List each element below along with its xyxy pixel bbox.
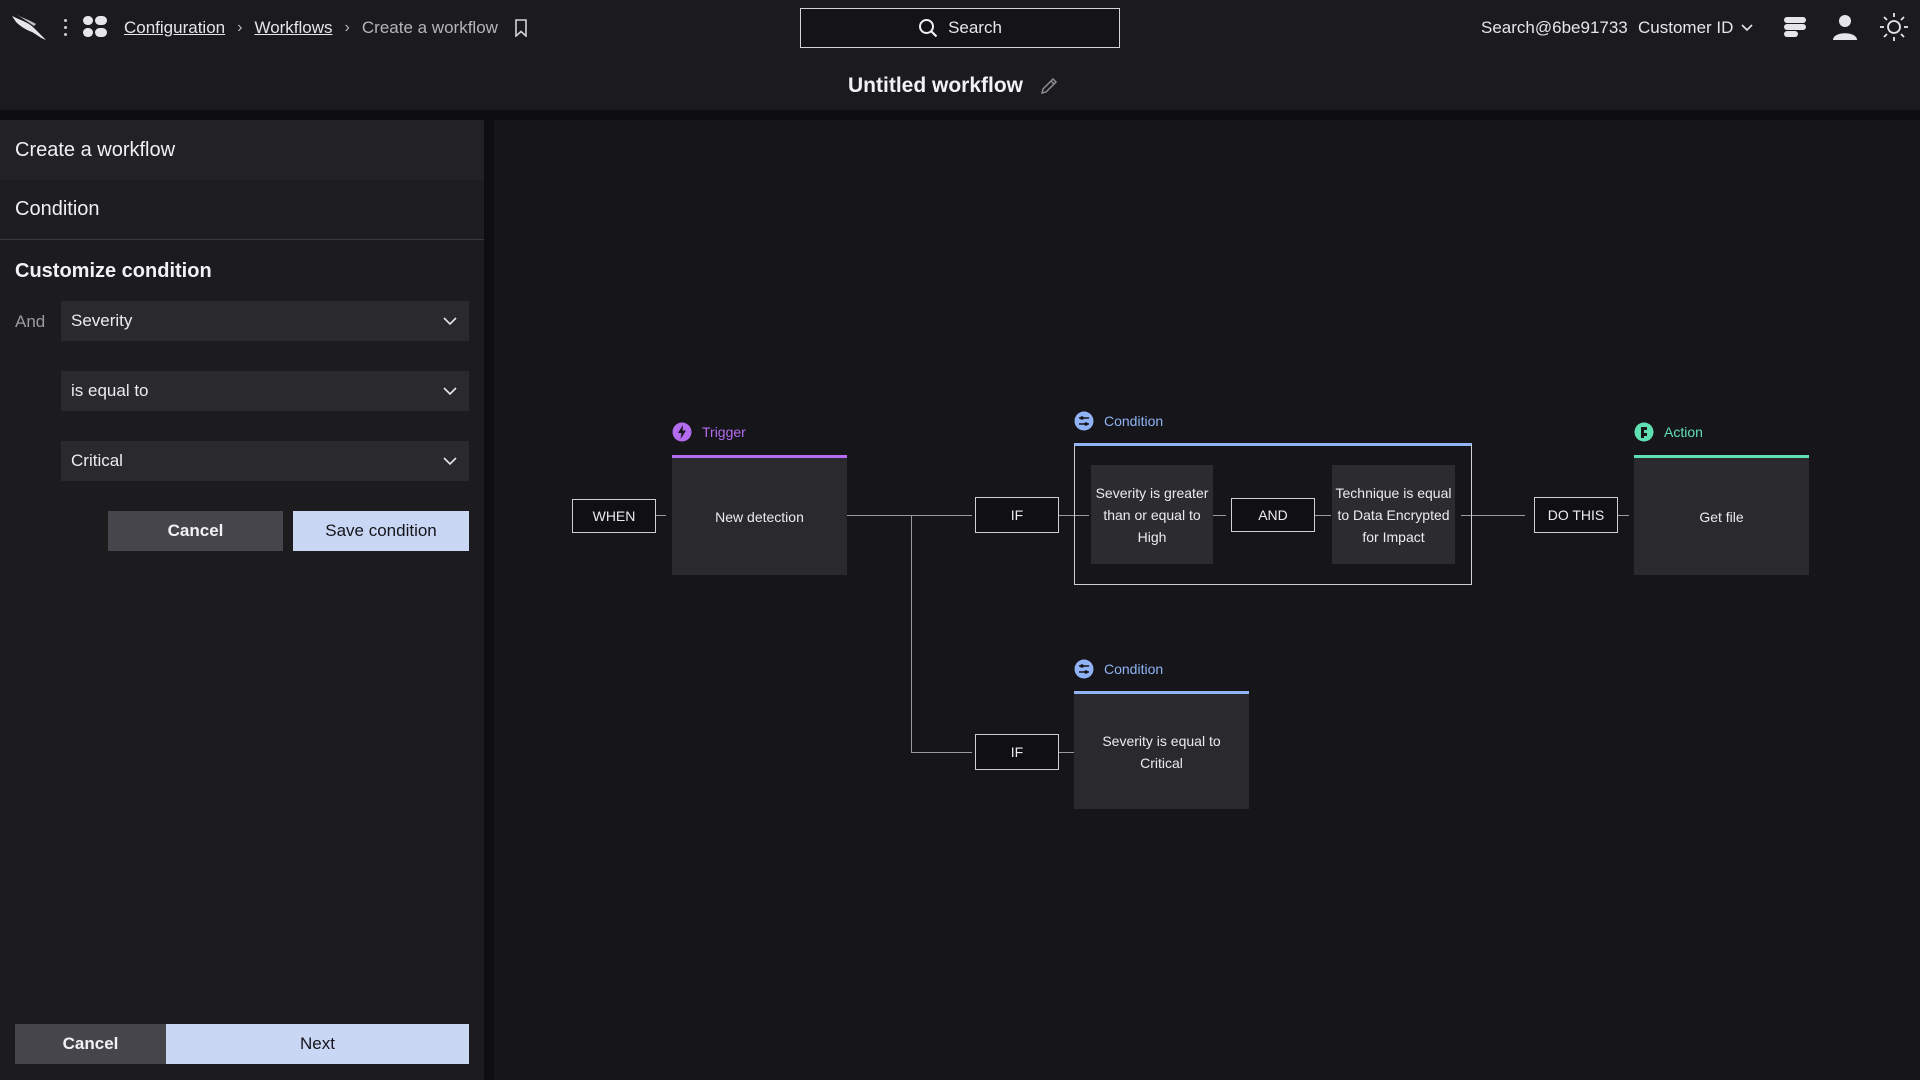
condition-label-2: Condition	[1074, 659, 1163, 679]
chevron-down-icon	[443, 457, 457, 466]
workflow-canvas[interactable]: WHEN Trigger New detection IF Condition …	[494, 120, 1920, 1080]
footer-cancel-button[interactable]: Cancel	[15, 1024, 166, 1064]
pencil-icon[interactable]	[1039, 76, 1059, 96]
panel-header: Create a workflow	[0, 120, 484, 180]
user-email: Search@6be91733	[1481, 18, 1628, 37]
page-title-area: Untitled workflow	[848, 74, 1059, 98]
kebab-menu-icon[interactable]	[58, 12, 72, 42]
breadcrumb-current: Create a workflow	[361, 18, 498, 37]
cancel-condition-button[interactable]: Cancel	[108, 511, 283, 551]
theme-sun-icon[interactable]	[1879, 12, 1909, 42]
connector	[911, 752, 972, 753]
condition-value-value: Critical	[71, 451, 123, 470]
page-title: Untitled workflow	[848, 74, 1023, 97]
condition-label: Condition	[1074, 411, 1163, 431]
panel-section-title: Condition	[0, 180, 484, 240]
condition-rule-severity-high[interactable]: Severity is greater than or equal to Hig…	[1091, 465, 1213, 564]
breadcrumb-workflows[interactable]: Workflows	[254, 18, 332, 38]
breadcrumb-configuration[interactable]: Configuration	[124, 18, 225, 38]
search-label: Search	[948, 18, 1002, 37]
bookmark-icon[interactable]	[514, 19, 528, 37]
chevron-down-icon	[1741, 24, 1753, 32]
breadcrumb: Configuration › Workflows › Create a wor…	[124, 18, 528, 38]
if-operator[interactable]: IF	[975, 497, 1059, 533]
switch-icon[interactable]	[1780, 12, 1810, 42]
chevron-right-icon: ›	[344, 19, 350, 36]
customer-id-label: Customer ID	[1638, 18, 1734, 37]
connector	[846, 515, 972, 516]
next-button[interactable]: Next	[166, 1024, 469, 1064]
panel-divider[interactable]	[484, 120, 494, 1080]
condition-field-value: Severity	[71, 311, 133, 330]
trigger-label-text: Trigger	[702, 424, 746, 440]
workflow-side-panel: Create a workflow Condition Customize co…	[0, 120, 484, 1080]
chevron-down-icon	[443, 387, 457, 396]
top-bar: Configuration › Workflows › Create a wor…	[0, 0, 1920, 110]
condition-value-select[interactable]: Critical	[61, 441, 469, 481]
condition-label-text: Condition	[1104, 413, 1164, 429]
trigger-label: Trigger	[672, 422, 746, 442]
customer-id-dropdown[interactable]: Customer ID	[1638, 18, 1753, 38]
condition-node-critical[interactable]: Severity is equal to Critical	[1074, 691, 1249, 809]
apps-menu-icon[interactable]	[82, 14, 108, 40]
connector	[655, 515, 666, 516]
action-icon	[1634, 422, 1654, 442]
search-input[interactable]: Search	[800, 8, 1120, 48]
and-label: And	[15, 312, 46, 331]
condition-operator-value: is equal to	[71, 381, 149, 400]
and-operator[interactable]: AND	[1231, 498, 1315, 532]
action-label: Action	[1634, 422, 1703, 442]
do-this-operator[interactable]: DO THIS	[1534, 497, 1618, 533]
condition-rule-technique[interactable]: Technique is equal to Data Encrypted for…	[1332, 465, 1455, 564]
condition-field-select[interactable]: Severity	[61, 301, 469, 341]
condition-label-text-2: Condition	[1104, 661, 1164, 677]
action-label-text: Action	[1664, 424, 1703, 440]
condition-operator-select[interactable]: is equal to	[61, 371, 469, 411]
chevron-right-icon: ›	[237, 19, 243, 36]
user-icon[interactable]	[1830, 12, 1860, 42]
chevron-down-icon	[443, 317, 457, 326]
when-operator[interactable]: WHEN	[572, 499, 656, 533]
filter-sliders-icon	[1074, 411, 1094, 431]
customize-condition-title: Customize condition	[15, 260, 212, 282]
falcon-logo-icon[interactable]	[10, 12, 48, 42]
search-icon	[919, 19, 938, 38]
save-condition-button[interactable]: Save condition	[293, 511, 469, 551]
trigger-node[interactable]: New detection	[672, 455, 847, 575]
filter-sliders-icon	[1074, 659, 1094, 679]
connector	[911, 515, 912, 753]
action-node[interactable]: Get file	[1634, 455, 1809, 575]
lightning-icon	[672, 422, 692, 442]
if-operator-2[interactable]: IF	[975, 734, 1059, 770]
